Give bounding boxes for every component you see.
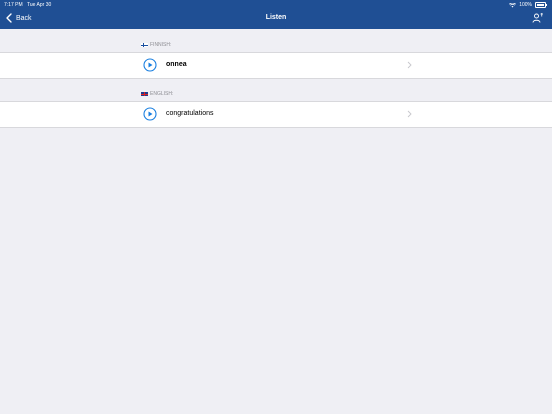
battery-percent: 100% [519, 2, 532, 8]
chevron-right-icon [407, 61, 412, 69]
wifi-icon [509, 2, 517, 7]
profile-settings-icon[interactable] [532, 12, 544, 24]
nav-bar: Back Listen [0, 9, 552, 29]
chevron-right-icon [407, 110, 412, 118]
play-audio-icon[interactable] [143, 107, 157, 121]
finland-flag-icon [141, 43, 148, 47]
battery-icon [535, 2, 547, 8]
status-date-text: Tue Apr 30 [27, 2, 52, 8]
status-time: 7:17 PM Tue Apr 30 [4, 2, 51, 8]
section-language-label: ENGLISH: [150, 91, 174, 97]
status-right: 100% [509, 2, 547, 8]
page-title: Listen [265, 14, 287, 21]
list-item-english-word[interactable]: congratulations [0, 101, 552, 128]
section-header-english: ENGLISH: [141, 91, 173, 97]
uk-flag-icon [141, 92, 148, 96]
section-header-finnish: FINNISH: [141, 42, 171, 48]
app-header: 7:17 PM Tue Apr 30 100% Back Listen [0, 0, 552, 29]
status-time-text: 7:17 PM [4, 2, 23, 8]
section-language-label: FINNISH: [150, 42, 172, 48]
play-audio-icon[interactable] [143, 58, 157, 72]
status-bar: 7:17 PM Tue Apr 30 100% [0, 0, 552, 9]
word-text: onnea [166, 61, 187, 68]
word-text: congratulations [166, 110, 214, 117]
list-item-finnish-word[interactable]: onnea [0, 52, 552, 79]
